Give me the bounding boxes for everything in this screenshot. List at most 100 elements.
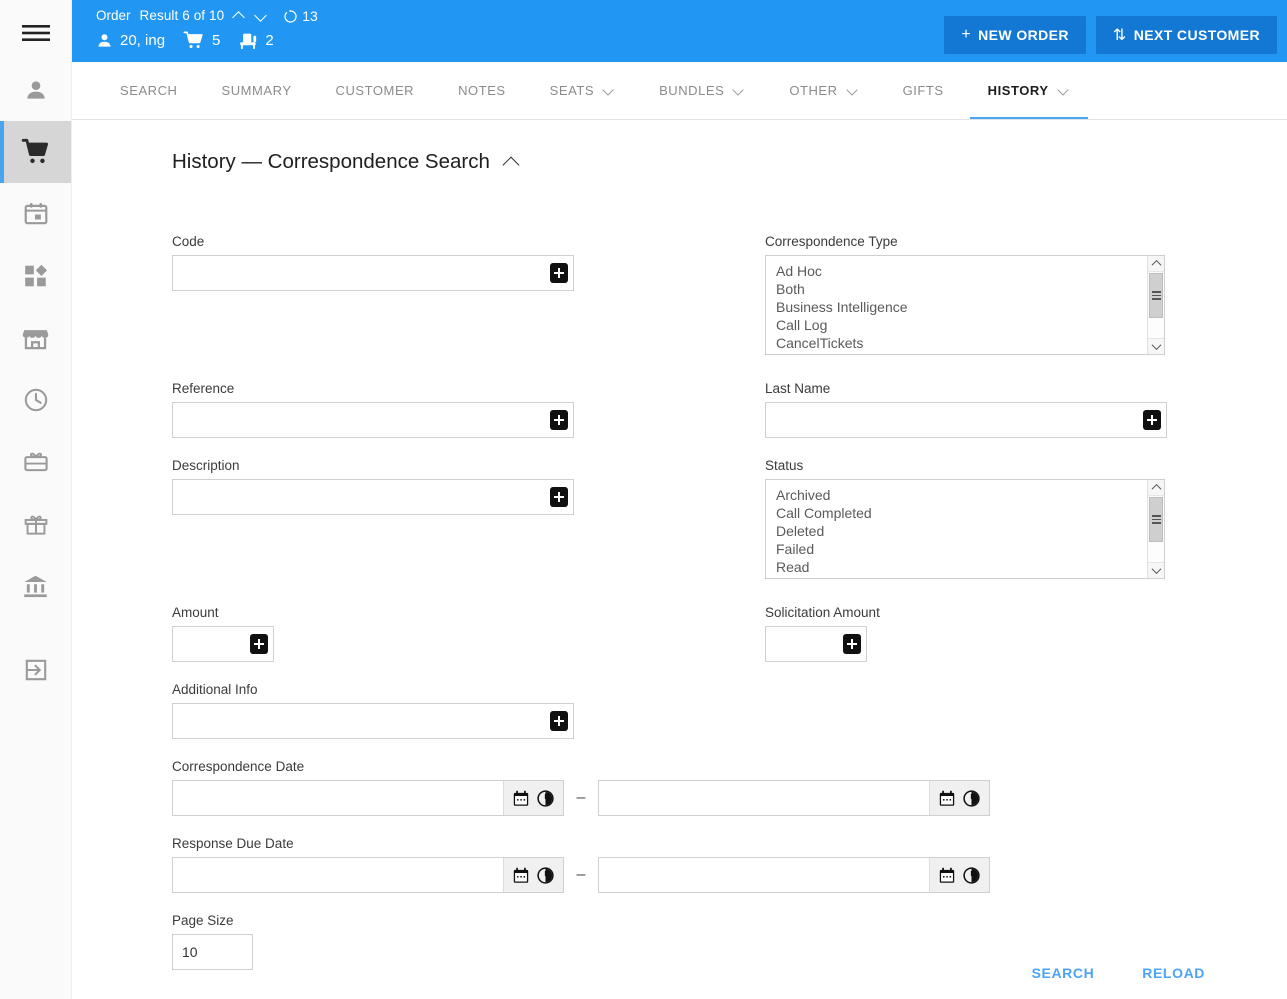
form-actions: SEARCH RELOAD <box>1022 959 1215 987</box>
status-option[interactable]: Read <box>776 558 1164 576</box>
scroll-thumb[interactable] <box>1149 497 1163 542</box>
correspondence-type-option[interactable]: Business Intelligence <box>776 298 1164 316</box>
calendar-icon[interactable] <box>939 790 955 807</box>
tab-history[interactable]: HISTORY <box>966 62 1092 119</box>
result-counter: Result 6 of 10 <box>139 8 225 23</box>
amount-add-icon[interactable] <box>250 634 268 654</box>
sidebar-item-history[interactable] <box>0 369 71 431</box>
amount-input-wrap <box>172 626 274 662</box>
calendar-icon[interactable] <box>939 867 955 884</box>
tab-label: CUSTOMER <box>335 83 415 98</box>
description-add-icon[interactable] <box>550 487 568 507</box>
response-due-date-from-input[interactable] <box>173 858 503 892</box>
person-count: 20, ing <box>120 32 166 49</box>
person-icon <box>98 34 111 47</box>
additional-info-input-wrap <box>172 703 574 739</box>
tab-summary[interactable]: SUMMARY <box>199 62 313 119</box>
calendar-icon[interactable] <box>513 867 529 884</box>
correspondence-date-to <box>598 780 990 816</box>
tab-customer[interactable]: CUSTOMER <box>314 62 437 119</box>
tab-seats[interactable]: SEATS <box>528 62 637 119</box>
chevron-up-icon[interactable] <box>233 10 246 23</box>
sidebar-item-packages[interactable] <box>0 245 71 307</box>
correspondence-type-option[interactable]: CancelTickets <box>776 334 1164 352</box>
sidebar-item-calendar[interactable] <box>0 183 71 245</box>
response-due-date-from-icons <box>503 858 563 892</box>
session-timer: 13 <box>283 8 318 24</box>
order-header-row-result: Order Result 6 of 10 13 <box>96 8 318 24</box>
search-button[interactable]: SEARCH <box>1022 959 1105 987</box>
clock-icon[interactable] <box>963 789 980 807</box>
correspondence-type-option[interactable]: Call Log <box>776 316 1164 334</box>
reload-button[interactable]: RELOAD <box>1132 959 1215 987</box>
last-name-add-icon[interactable] <box>1143 410 1161 430</box>
additional-info-label: Additional Info <box>172 682 258 697</box>
tab-gifts[interactable]: GIFTS <box>881 62 966 119</box>
sidebar-item-donation[interactable] <box>0 493 71 555</box>
status-scrollbar[interactable] <box>1147 480 1164 578</box>
status-listbox[interactable]: ArchivedCall CompletedDeletedFailedReadS… <box>765 479 1165 579</box>
page-size-input[interactable] <box>172 934 253 970</box>
chevron-down-icon[interactable] <box>255 10 268 23</box>
scroll-up-icon[interactable] <box>1148 480 1164 496</box>
tab-bundles[interactable]: BUNDLES <box>637 62 767 119</box>
last-name-input[interactable] <box>765 402 1167 438</box>
tab-notes[interactable]: NOTES <box>436 62 528 119</box>
clock-icon[interactable] <box>963 866 980 884</box>
chevron-down-icon[interactable] <box>604 85 615 96</box>
plus-icon: + <box>961 26 972 43</box>
sidebar-item-logout[interactable] <box>0 639 71 701</box>
rail-spacer <box>0 617 71 639</box>
chevron-down-icon[interactable] <box>848 85 859 96</box>
sidebar-item-fund[interactable] <box>0 555 71 617</box>
order-header-bar: Order Result 6 of 10 13 20, ing 5 2 + NE… <box>72 0 1287 62</box>
scroll-thumb[interactable] <box>1149 273 1163 318</box>
scroll-down-icon[interactable] <box>1148 338 1164 354</box>
reference-add-icon[interactable] <box>550 410 568 430</box>
correspondence-type-option[interactable]: Combined <box>776 352 1164 354</box>
scroll-up-icon[interactable] <box>1148 256 1164 272</box>
correspondence-date-from-input[interactable] <box>173 781 503 815</box>
correspondence-type-option[interactable]: Ad Hoc <box>776 262 1164 280</box>
correspondence-type-scrollbar[interactable] <box>1147 256 1164 354</box>
reference-input[interactable] <box>172 402 574 438</box>
description-input[interactable] <box>172 479 574 515</box>
additional-info-add-icon[interactable] <box>550 711 568 731</box>
status-option[interactable]: Call Completed <box>776 504 1164 522</box>
menu-icon[interactable] <box>0 7 71 59</box>
code-add-icon[interactable] <box>550 263 568 283</box>
response-due-date-label: Response Due Date <box>172 836 294 851</box>
status-option[interactable]: Archived <box>776 486 1164 504</box>
code-input[interactable] <box>172 255 574 291</box>
sidebar-item-gift-card[interactable] <box>0 431 71 493</box>
correspondence-date-to-input[interactable] <box>599 781 929 815</box>
cart-icon <box>21 138 48 164</box>
order-header-info: Order Result 6 of 10 13 20, ing 5 2 <box>96 8 318 50</box>
status-option[interactable]: Deleted <box>776 522 1164 540</box>
clock-icon[interactable] <box>537 866 554 884</box>
additional-info-input[interactable] <box>172 703 574 739</box>
tab-label: OTHER <box>789 83 838 98</box>
clock-icon[interactable] <box>537 789 554 807</box>
chevron-down-icon[interactable] <box>734 85 745 96</box>
page-title: History — Correspondence Search <box>72 120 1287 174</box>
sidebar-item-venue[interactable] <box>0 307 71 369</box>
correspondence-type-option[interactable]: Both <box>776 280 1164 298</box>
sidebar-item-order[interactable] <box>0 121 71 183</box>
response-due-date-to-input[interactable] <box>599 858 929 892</box>
next-customer-button[interactable]: ⇅ NEXT CUSTOMER <box>1095 16 1277 54</box>
new-order-button[interactable]: + NEW ORDER <box>944 16 1086 54</box>
tab-search[interactable]: SEARCH <box>98 62 199 119</box>
chevron-down-icon[interactable] <box>1059 85 1070 96</box>
response-due-date-to <box>598 857 990 893</box>
seat-icon <box>240 33 257 49</box>
correspondence-type-listbox[interactable]: Ad Hoc Both Business Intelligence Call Log C… <box>765 255 1165 355</box>
sidebar-item-customer[interactable] <box>0 59 71 121</box>
solicitation-amount-add-icon[interactable] <box>843 634 861 654</box>
calendar-icon[interactable] <box>513 790 529 807</box>
chevron-up-icon[interactable] <box>504 154 520 170</box>
scroll-down-icon[interactable] <box>1148 562 1164 578</box>
status-option[interactable]: Failed <box>776 540 1164 558</box>
status-option[interactable]: Sent <box>776 576 1164 578</box>
tab-other[interactable]: OTHER <box>767 62 880 119</box>
